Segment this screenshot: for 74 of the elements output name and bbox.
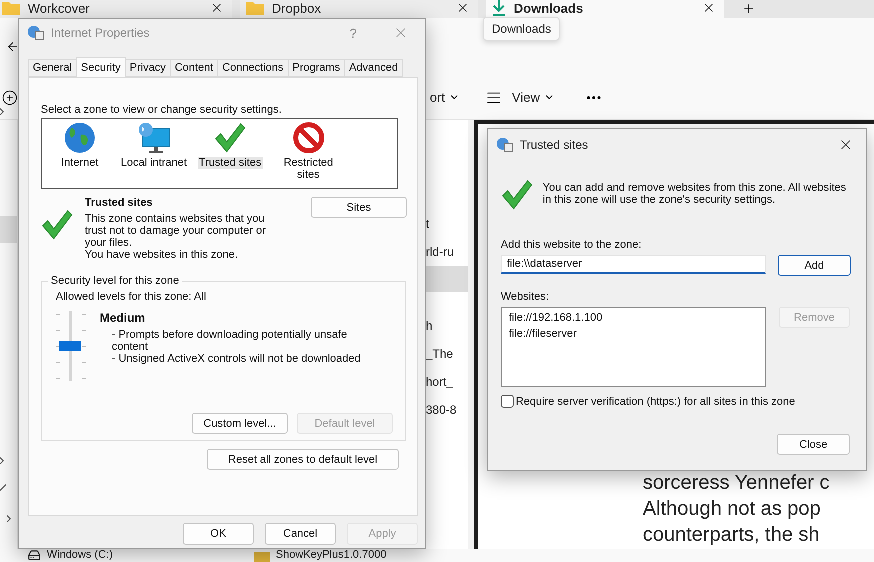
drive-icon <box>28 549 41 562</box>
no-entry-icon <box>292 122 325 154</box>
zone-status: You have websites in this zone. <box>85 249 240 261</box>
folder-icon <box>246 1 264 15</box>
field-label: Websites: <box>501 291 550 303</box>
dialog-button[interactable]: Cancel <box>265 523 336 545</box>
checkmark-icon <box>501 179 533 211</box>
file-name[interactable]: _The <box>426 340 468 368</box>
globe-monitor-icon <box>137 122 172 154</box>
zone-item[interactable]: Internet <box>50 122 110 188</box>
body-text: sorceress Yennefer c <box>642 471 831 496</box>
level-description: - Unsigned ActiveX controls will not be downloaded <box>111 353 362 365</box>
tooltip: Downloads <box>483 17 560 41</box>
checkmark-icon <box>41 209 73 241</box>
dialog-tab[interactable]: Programs <box>288 59 346 77</box>
dialog-tab[interactable]: Privacy <box>124 59 171 77</box>
zone-item[interactable]: Local intranet <box>120 122 188 188</box>
dialog-button[interactable]: OK <box>183 523 254 545</box>
body-text: Although not as pop <box>642 497 822 522</box>
globe-icon <box>64 122 96 154</box>
dialog-tab[interactable]: General <box>28 59 78 77</box>
sort-label[interactable]: ort <box>430 90 446 105</box>
add-button[interactable]: Add <box>778 255 851 276</box>
website-item[interactable]: file://192.168.1.100 <box>509 312 758 324</box>
zone-item[interactable]: Trusted sites <box>198 122 263 188</box>
close-icon[interactable] <box>702 1 716 15</box>
dialog-tab[interactable]: Advanced <box>344 59 404 77</box>
folder-icon <box>2 1 20 15</box>
website-input-field[interactable]: file:\\dataserver <box>501 255 766 274</box>
file-name[interactable]: h <box>426 312 468 340</box>
security-level-slider[interactable] <box>56 311 86 383</box>
globe-document-icon <box>27 25 45 41</box>
archive-icon <box>254 550 270 562</box>
browser-tab[interactable]: Dropbox <box>240 0 478 18</box>
zone-description: This zone contains websites that you trust not to damage your computer or your files. <box>85 213 267 249</box>
download-icon <box>492 0 506 16</box>
zone-prompt: Select a zone to view or change security settings. <box>41 104 283 116</box>
file-name[interactable]: rld-ru <box>426 238 468 266</box>
slider-thumb[interactable] <box>59 341 81 351</box>
zone-item[interactable]: Restricted sites <box>272 122 345 188</box>
window-title: Internet Properties <box>51 26 151 40</box>
zone-title: Trusted sites <box>85 197 154 209</box>
nav-item[interactable]: Windows (C:) <box>0 549 254 562</box>
reset-zones-button[interactable]: Reset all zones to default level <box>207 449 399 470</box>
globe-document-icon <box>496 137 514 153</box>
window-title: Trusted sites <box>520 138 590 152</box>
group-title: Security level for this zone <box>50 275 180 287</box>
close-icon[interactable] <box>210 1 224 15</box>
info-text: You can add and remove websites from this zone. All websites in this zone will use the zone's security settings. <box>542 181 848 206</box>
dialog-tab[interactable]: Content <box>170 59 218 77</box>
custom-level-button[interactable]: Custom level... <box>192 413 288 434</box>
field-label: Add this website to the zone: <box>501 239 643 251</box>
close-button[interactable]: Close <box>777 434 850 455</box>
browser-tab[interactable]: Workcover <box>0 0 232 18</box>
level-description: - Prompts before downloading potentially unsafe content <box>111 329 348 353</box>
dialog-tab[interactable]: Security <box>76 57 126 77</box>
file-name[interactable]: hort_ <box>426 368 468 396</box>
file-name[interactable]: t <box>426 210 468 238</box>
browser-tab[interactable]: Downloads <box>486 0 724 18</box>
file-name[interactable]: 380-8 <box>426 396 468 424</box>
new-tab-icon[interactable] <box>742 2 756 16</box>
website-item[interactable]: file://fileserver <box>509 328 758 340</box>
checkbox[interactable] <box>501 395 514 408</box>
new-icon[interactable] <box>2 90 18 106</box>
view-label[interactable]: View <box>512 90 540 105</box>
nav-item[interactable]: ShowKeyPlus1.0.7000 <box>254 549 554 562</box>
level-name: Medium <box>100 311 146 325</box>
checkmark-icon <box>214 122 246 154</box>
dialog-tab[interactable]: Connections <box>217 59 289 77</box>
allowed-levels-text: Allowed levels for this zone: All <box>56 291 208 303</box>
sites-button[interactable]: Sites <box>311 197 407 218</box>
https-checkbox[interactable]: Require server verification (https:) for all sites in this zone <box>501 395 852 408</box>
body-text: counterparts, the sh <box>642 523 821 548</box>
close-icon[interactable] <box>456 1 470 15</box>
